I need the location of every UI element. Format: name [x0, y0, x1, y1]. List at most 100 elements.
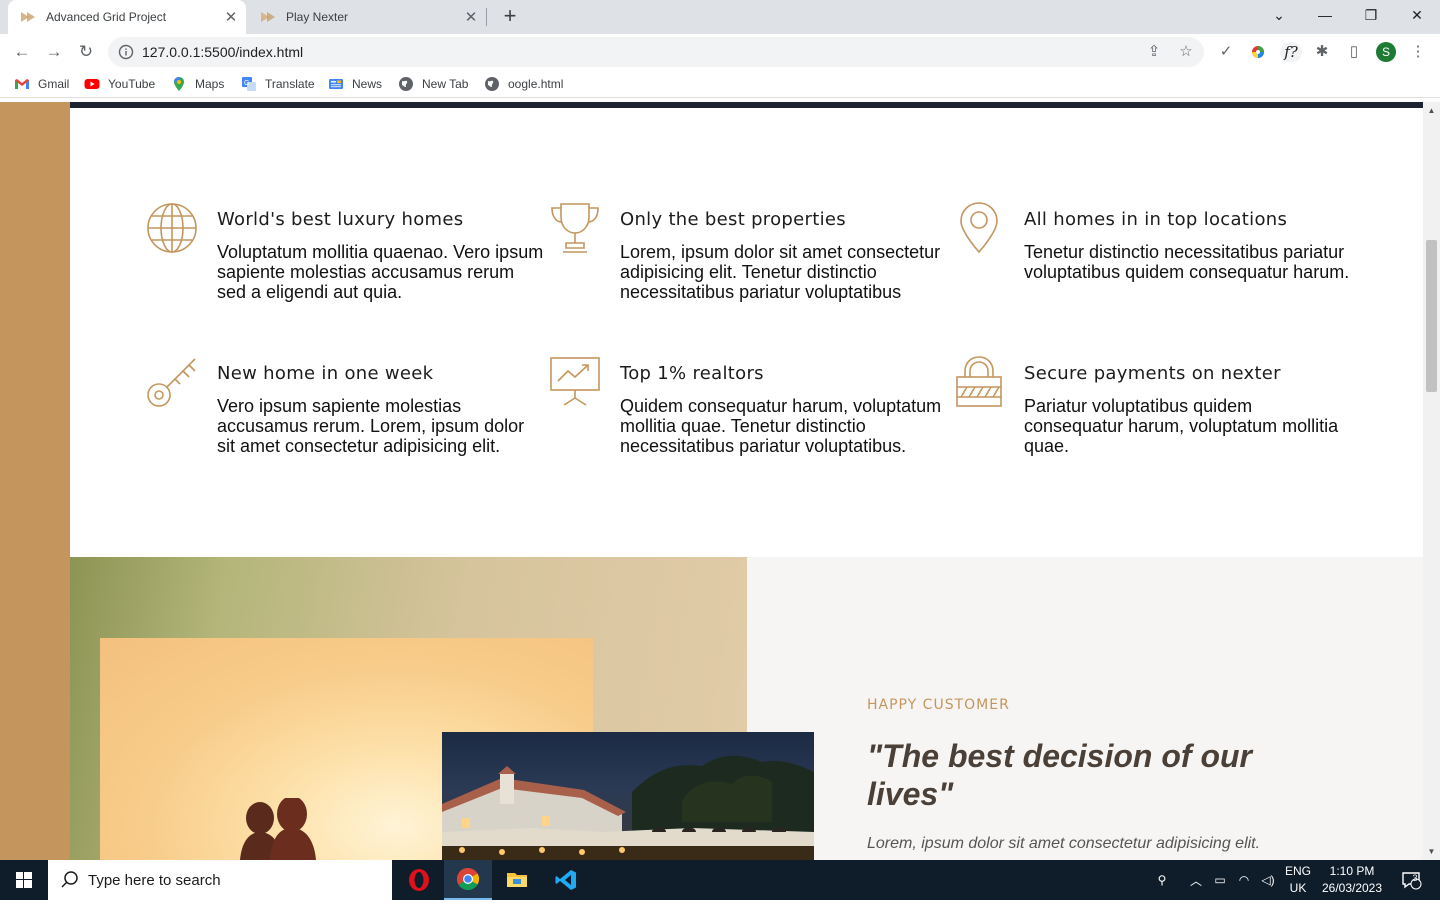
clock-time: 1:10 PM — [1329, 864, 1375, 878]
feature-text: Voluptatum mollitia quaenao. Vero ipsum … — [217, 242, 544, 302]
windows-logo-icon — [16, 872, 32, 888]
people-icon[interactable]: ⚲ — [1150, 860, 1174, 900]
scroll-down-arrow-icon[interactable]: ▼ — [1423, 847, 1440, 856]
bookmark-new-tab[interactable]: New Tab — [398, 76, 468, 92]
system-clock[interactable]: 1:10 PM 26/03/2023 — [1312, 863, 1392, 897]
feature-top-locations: All homes in in top locations Tenetur di… — [960, 202, 1354, 282]
feature-text: Quidem consequatur harum, voluptatum mol… — [620, 396, 942, 456]
feature-new-home: New home in one week Vero ipsum sapiente… — [147, 358, 547, 456]
search-placeholder: Type here to search — [88, 871, 221, 889]
bookmark-youtube[interactable]: YouTube — [84, 76, 155, 92]
tab-advanced-grid-project[interactable]: Advanced Grid Project ✕ — [8, 0, 246, 34]
bookmark-gmail[interactable]: Gmail — [14, 76, 69, 92]
tab-play-nexter[interactable]: Play Nexter ✕ — [248, 0, 486, 34]
feature-text: Lorem, ipsum dolor sit amet consectetur … — [620, 242, 941, 302]
translate-icon: G — [242, 77, 256, 91]
reload-button[interactable]: ↻ — [74, 40, 98, 64]
testimonial-text: Lorem, ipsum dolor sit amet consectetur … — [867, 835, 1261, 852]
url-text[interactable]: 127.0.0.1:5500/index.html — [142, 44, 303, 60]
bookmark-star-icon[interactable]: ☆ — [1176, 42, 1196, 62]
bookmark-translate[interactable]: G Translate — [241, 76, 315, 92]
address-bar[interactable]: 127.0.0.1:5500/index.html ⇪ ☆ — [108, 37, 1204, 67]
tab-separator — [486, 8, 487, 26]
bookmark-label: YouTube — [108, 77, 156, 91]
font-extension-icon[interactable]: f? — [1280, 42, 1302, 62]
bookmarks-bar: Gmail YouTube Maps G Translate News New … — [0, 70, 1440, 98]
wifi-icon[interactable]: ◠ — [1234, 860, 1254, 900]
scrollbar-thumb[interactable] — [1426, 240, 1437, 392]
feature-title: Secure payments on nexter — [1024, 363, 1281, 384]
back-button[interactable]: ← — [10, 40, 34, 64]
feature-secure-payments: Secure payments on nexter Pariatur volup… — [956, 356, 1354, 456]
volume-icon[interactable]: ◁) — [1258, 860, 1278, 900]
tab-close-icon[interactable]: ✕ — [220, 8, 242, 26]
feature-best-properties: Only the best properties Lorem, ipsum do… — [551, 203, 950, 302]
notifications-button[interactable]: 3 — [1396, 860, 1426, 900]
share-icon[interactable]: ⇪ — [1144, 42, 1164, 62]
play-logo-icon — [21, 12, 35, 22]
taskbar-search[interactable]: Type here to search — [48, 860, 392, 900]
presentation-chart-icon — [550, 357, 600, 406]
svg-text:G: G — [244, 80, 249, 87]
new-tab-button[interactable]: + — [498, 4, 522, 28]
page-viewport: World's best luxury homes Voluptatum mol… — [0, 102, 1440, 860]
maps-icon — [174, 77, 184, 91]
testimonial-section: HAPPY CUSTOMER "The best decision of our… — [70, 557, 1423, 860]
feature-title: World's best luxury homes — [217, 209, 464, 230]
tab-title: Advanced Grid Project — [46, 10, 167, 24]
header-image-edge — [70, 102, 1423, 108]
extensions-puzzle-icon[interactable]: ✱ — [1312, 42, 1332, 62]
start-button[interactable] — [0, 860, 48, 900]
bookmark-label: oogle.html — [508, 77, 564, 91]
taskbar-vscode[interactable] — [542, 860, 590, 900]
notification-count: 3 — [1412, 873, 1418, 883]
taskbar-opera[interactable] — [395, 860, 443, 900]
vscode-icon — [555, 870, 576, 890]
checkmark-icon[interactable]: ✓ — [1216, 42, 1236, 62]
taskbar-chrome[interactable] — [444, 860, 492, 900]
restore-button[interactable]: ❐ — [1348, 0, 1394, 30]
minimize-button[interactable]: — — [1302, 0, 1348, 30]
bookmark-label: Gmail — [38, 77, 70, 91]
info-icon[interactable] — [118, 44, 134, 60]
bookmark-news[interactable]: News — [328, 76, 382, 92]
villa-night-photo — [442, 732, 814, 860]
lock-icon — [956, 356, 1002, 407]
bookmark-label: News — [352, 77, 383, 91]
testimonial-eyebrow: HAPPY CUSTOMER — [867, 697, 1010, 713]
scroll-up-arrow-icon[interactable]: ▲ — [1423, 106, 1440, 115]
battery-icon[interactable]: ▭ — [1210, 860, 1230, 900]
villa-illustration — [442, 755, 814, 860]
input-language[interactable]: ENG UK — [1282, 863, 1314, 897]
globe-icon — [399, 77, 413, 91]
feature-text: Pariatur voluptatibus quidem consequatur… — [1024, 396, 1339, 456]
feature-title: Only the best properties — [620, 209, 846, 230]
tab-search-chevron-icon[interactable]: ⌄ — [1256, 0, 1302, 30]
key-icon — [147, 358, 196, 407]
bookmark-oogle[interactable]: oogle.html — [484, 76, 563, 92]
feature-luxury-homes: World's best luxury homes Voluptatum mol… — [147, 203, 547, 302]
globe-icon — [147, 203, 197, 253]
color-wheel-icon[interactable] — [1248, 42, 1268, 62]
couple-silhouette-icon — [240, 798, 316, 860]
chrome-icon — [457, 868, 479, 890]
language-code: ENG — [1284, 864, 1311, 878]
gmail-icon — [15, 79, 29, 89]
feature-title: New home in one week — [217, 363, 434, 384]
profile-avatar[interactable]: S — [1376, 42, 1396, 62]
show-hidden-icons-chevron-icon[interactable]: ︿ — [1186, 860, 1206, 900]
page-scrollbar[interactable]: ▲ ▼ — [1423, 102, 1440, 860]
feature-text: Vero ipsum sapiente molestias accusamus … — [217, 396, 525, 456]
tab-close-icon[interactable]: ✕ — [460, 8, 482, 26]
bookmark-maps[interactable]: Maps — [171, 76, 224, 92]
side-panel-icon[interactable]: ▯ — [1344, 42, 1364, 62]
taskbar-file-explorer[interactable] — [493, 860, 541, 900]
bookmark-label: Translate — [265, 77, 315, 91]
close-window-button[interactable]: ✕ — [1394, 0, 1440, 30]
trophy-icon — [551, 203, 599, 253]
feature-title: All homes in in top locations — [1024, 209, 1288, 230]
clock-date: 26/03/2023 — [1321, 881, 1383, 895]
forward-button[interactable]: → — [42, 40, 66, 64]
testimonial-quote: "The best decision of our lives" — [867, 738, 1252, 812]
menu-kebab-icon[interactable]: ⋮ — [1408, 42, 1428, 62]
